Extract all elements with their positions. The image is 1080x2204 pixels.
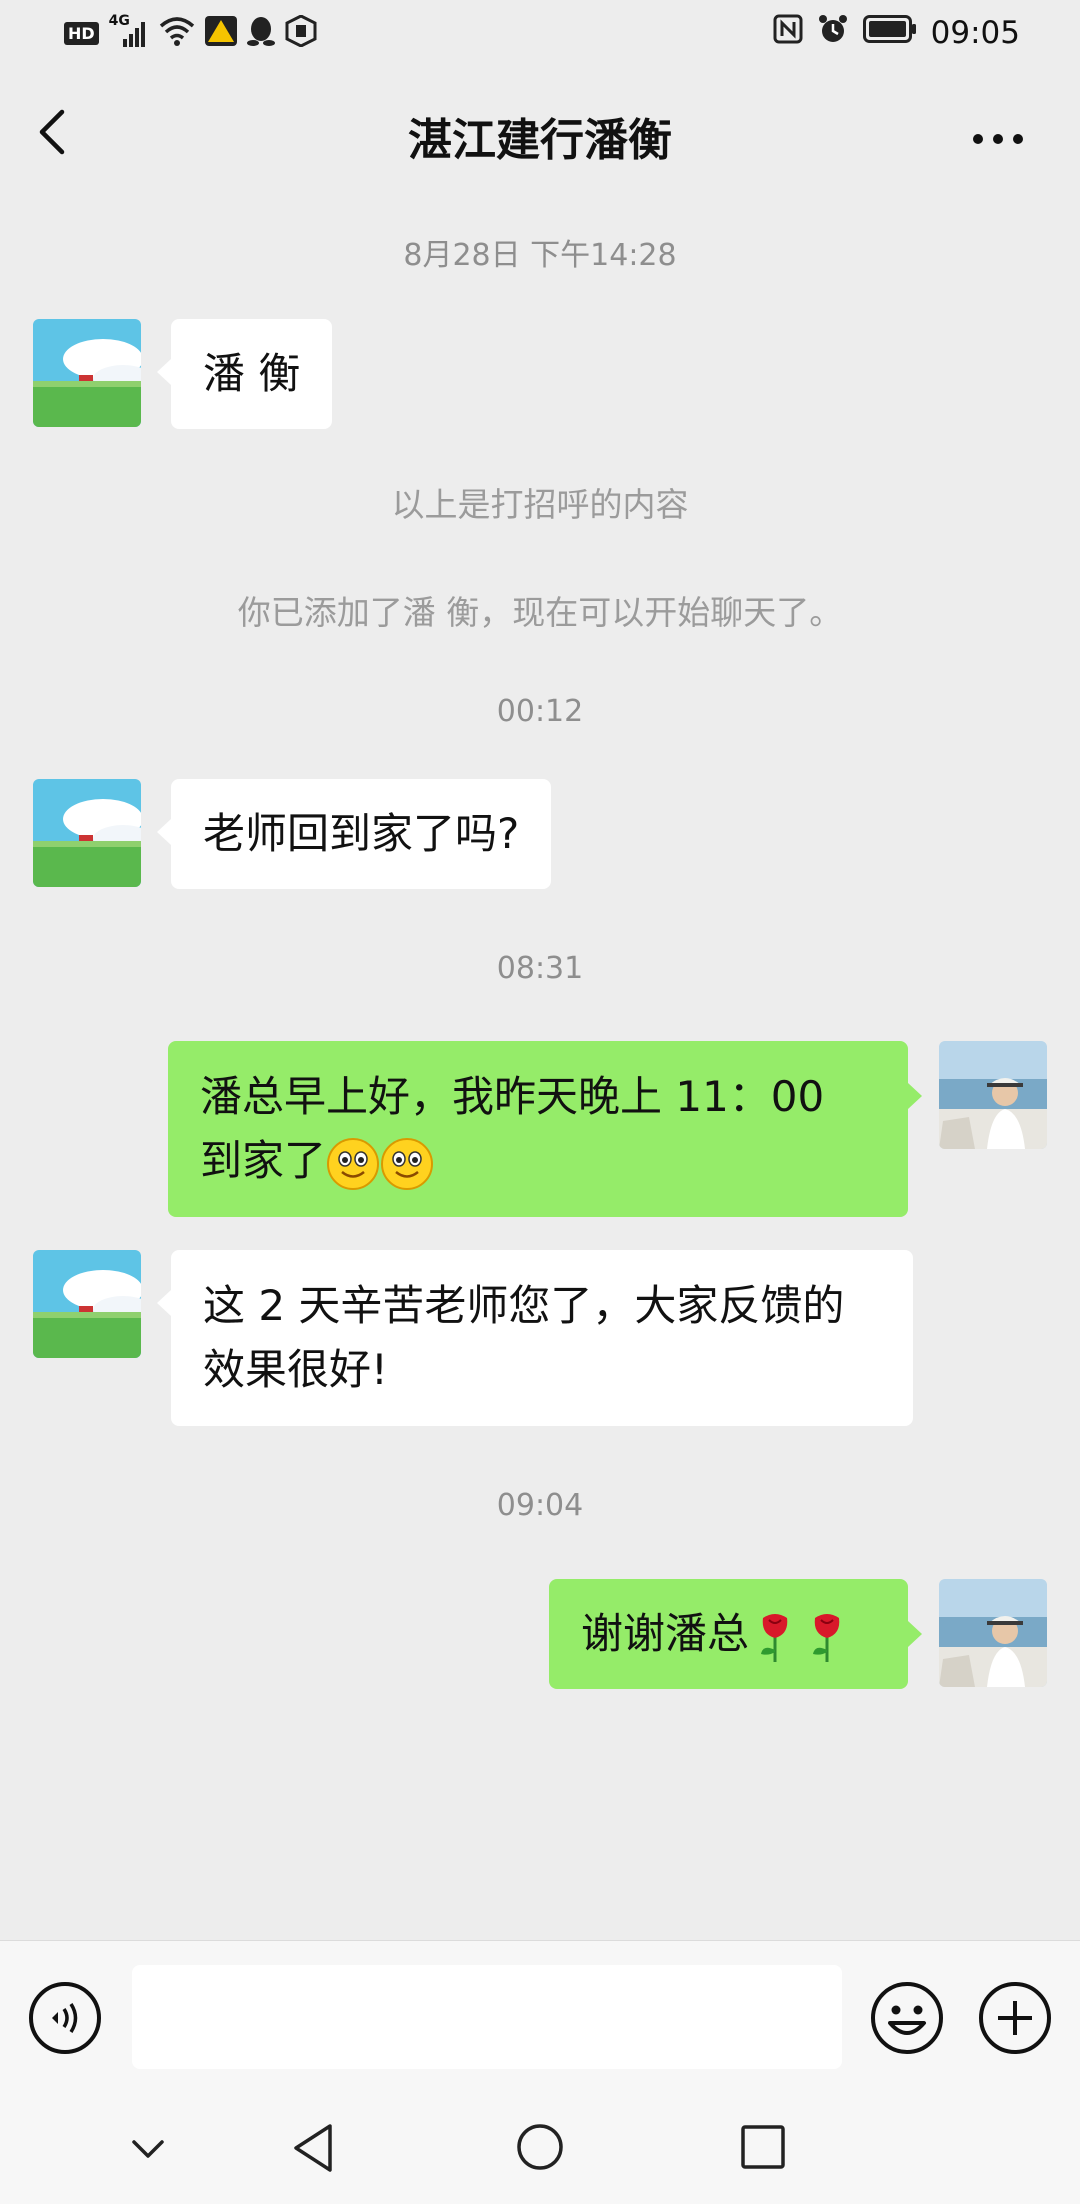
- timestamp: 8月28日 下午14:28: [403, 238, 677, 273]
- user-avatar-image: [939, 1579, 1047, 1687]
- message-text-line-2: 到家了: [200, 1129, 876, 1193]
- bubble-tail: [157, 359, 171, 385]
- battery-icon: [862, 15, 917, 51]
- status-bar: HD 4G 09:05: [0, 0, 1080, 66]
- chevron-down-icon[interactable]: [128, 2128, 168, 2168]
- bubble-tail: [908, 1621, 922, 1647]
- wifi-icon: [159, 16, 195, 50]
- avatar[interactable]: [939, 1041, 1047, 1149]
- timestamp: 08:31: [496, 951, 584, 986]
- emoji-icon[interactable]: [870, 1981, 944, 2055]
- bubble-tail: [157, 1290, 171, 1316]
- hd-icon: HD: [64, 21, 99, 45]
- avatar[interactable]: [33, 779, 141, 887]
- nav-back-icon[interactable]: [290, 2122, 338, 2174]
- contact-avatar-image: [33, 779, 141, 887]
- nav-home-icon[interactable]: [515, 2122, 565, 2172]
- message-bubble-outgoing[interactable]: 潘总早上好，我昨天晚上 11：00 到家了: [168, 1041, 908, 1217]
- message-bubble-incoming[interactable]: 潘 衡: [171, 319, 333, 429]
- smile-emoji-icon: [326, 1137, 380, 1191]
- plus-icon[interactable]: [978, 1981, 1052, 2055]
- smile-emoji-icon: [380, 1137, 434, 1191]
- message-bubble-outgoing[interactable]: 谢谢潘总: [549, 1579, 908, 1689]
- nfc-icon: [773, 14, 803, 52]
- status-left: HD 4G: [64, 13, 317, 52]
- message-bubble-incoming[interactable]: 老师回到家了吗?: [171, 779, 552, 889]
- more-dots-icon[interactable]: [972, 130, 1024, 144]
- bubble-tail: [157, 819, 171, 845]
- message-text: 效果很好!: [203, 1345, 388, 1394]
- status-time: 09:05: [930, 15, 1020, 51]
- chat-header: 湛江建行潘衡: [0, 66, 1080, 198]
- nav-recents-icon[interactable]: [740, 2124, 786, 2170]
- signal-icon: 4G: [109, 13, 149, 49]
- message-text: 潘总早上好，我昨天晚上 11：00: [200, 1072, 825, 1121]
- system-nav-bar: [0, 2092, 1080, 2204]
- rose-emoji-icon: [801, 1610, 853, 1664]
- voice-icon[interactable]: [28, 1981, 102, 2055]
- shield-app-icon: [285, 14, 317, 51]
- bubble-tail: [908, 1083, 922, 1109]
- avatar[interactable]: [33, 319, 141, 427]
- input-bar: [0, 1940, 1080, 2093]
- greeting-notice: 以上是打招呼的内容: [391, 485, 689, 524]
- qq-icon: [246, 15, 275, 51]
- rose-emoji-icon: [749, 1610, 801, 1664]
- avatar[interactable]: [939, 1579, 1047, 1687]
- status-right: 09:05: [773, 14, 1020, 52]
- message-input[interactable]: [132, 1965, 842, 2069]
- warning-app-icon: [204, 16, 237, 50]
- user-avatar-image: [939, 1041, 1047, 1149]
- contact-avatar-image: [33, 319, 141, 427]
- avatar[interactable]: [33, 1250, 141, 1358]
- timestamp: 00:12: [496, 694, 584, 729]
- message-text: 这 2 天辛苦老师您了，大家反馈的: [203, 1281, 845, 1330]
- timestamp: 09:04: [496, 1488, 584, 1523]
- message-text: 老师回到家了吗?: [203, 809, 520, 858]
- message-bubble-incoming[interactable]: 这 2 天辛苦老师您了，大家反馈的 效果很好!: [171, 1250, 913, 1426]
- alarm-icon: [817, 13, 849, 53]
- chat-title: 湛江建行潘衡: [408, 115, 672, 166]
- friend-added-notice: 你已添加了潘 衡，现在可以开始聊天了。: [237, 593, 843, 632]
- contact-avatar-image: [33, 1250, 141, 1358]
- message-text: 谢谢潘总: [581, 1609, 750, 1658]
- message-text: 到家了: [200, 1136, 327, 1185]
- message-text: 潘 衡: [203, 349, 301, 398]
